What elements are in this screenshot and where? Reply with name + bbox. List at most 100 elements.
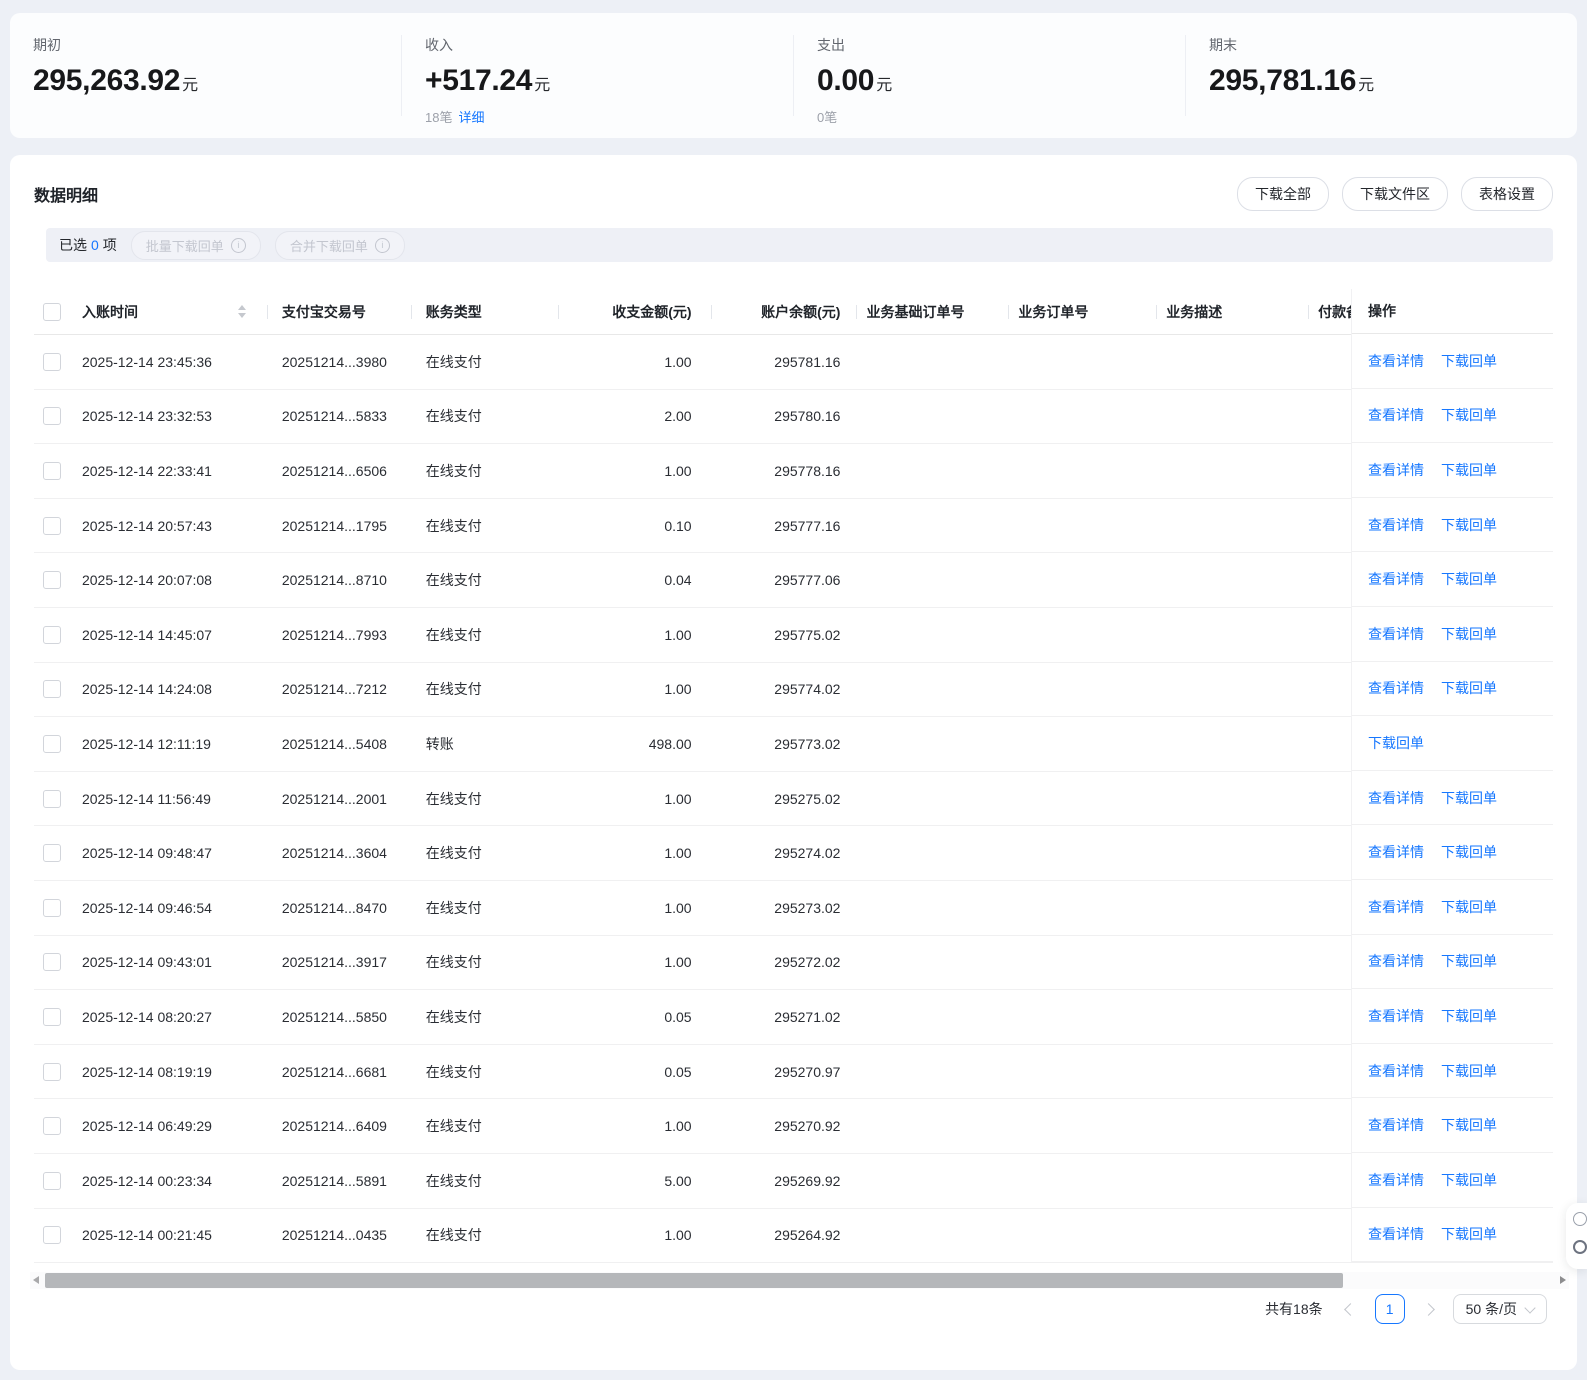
row-checkbox[interactable] [43, 789, 61, 808]
download-receipt-link[interactable]: 下载回单 [1368, 733, 1424, 753]
operation-row: 查看详情 下载回单 [1352, 552, 1553, 607]
row-checkbox[interactable] [43, 571, 61, 590]
col-type: 账务类型 [412, 289, 559, 334]
help-icon[interactable] [1573, 1212, 1587, 1226]
download-receipt-link[interactable]: 下载回单 [1441, 351, 1497, 371]
download-receipt-link[interactable]: 下载回单 [1441, 624, 1497, 644]
row-checkbox[interactable] [43, 1007, 61, 1026]
row-checkbox[interactable] [43, 680, 61, 699]
cell-description [1157, 663, 1309, 717]
cell-txn-id: 20251214...5891 [281, 1172, 387, 1189]
view-detail-link[interactable]: 查看详情 [1368, 1061, 1424, 1081]
scroll-right-arrow[interactable] [1560, 1276, 1566, 1284]
cell-type: 在线支付 [425, 899, 482, 916]
download-receipt-link[interactable]: 下载回单 [1441, 1061, 1497, 1081]
view-detail-link[interactable]: 查看详情 [1368, 1006, 1424, 1026]
row-checkbox[interactable] [43, 1226, 61, 1245]
cell-time: 2025-12-14 08:19:19 [81, 1063, 212, 1080]
op-body: 查看详情 下载回单 查看详情 下载回单 查看详情 下载回单 查看详情 下载回单 查看详情 下载回单… [1352, 334, 1553, 1263]
scroll-left-arrow[interactable] [33, 1276, 39, 1284]
cell-txn-id: 20251214...7993 [281, 626, 387, 643]
download-filezone-button[interactable]: 下载文件区 [1342, 177, 1448, 211]
view-detail-link[interactable]: 查看详情 [1368, 1115, 1424, 1135]
cell-type: 在线支付 [425, 681, 482, 698]
download-receipt-link[interactable]: 下载回单 [1441, 1224, 1497, 1244]
view-detail-link[interactable]: 查看详情 [1368, 951, 1424, 971]
cell-base-order [857, 826, 1009, 880]
view-detail-link[interactable]: 查看详情 [1368, 842, 1424, 862]
download-receipt-link[interactable]: 下载回单 [1441, 1115, 1497, 1135]
view-detail-link[interactable]: 查看详情 [1368, 405, 1424, 425]
page-number[interactable]: 1 [1374, 1294, 1405, 1324]
merge-download-receipt-button[interactable]: 合并下载回单 i [274, 230, 405, 260]
download-receipt-link[interactable]: 下载回单 [1441, 515, 1497, 535]
prev-page-button[interactable] [1342, 1302, 1360, 1316]
row-checkbox[interactable] [43, 516, 61, 535]
page-size-select[interactable]: 50 条/页 [1452, 1294, 1547, 1324]
table-row: 2025-12-14 11:56:49 20251214...2001 在线支付… [34, 772, 1553, 827]
summary-expense: 支出 0.00 元 0笔 [793, 35, 1185, 125]
table-settings-button[interactable]: 表格设置 [1461, 177, 1553, 211]
customer-service-icon[interactable] [1573, 1240, 1587, 1254]
download-receipt-link[interactable]: 下载回单 [1441, 1006, 1497, 1026]
cell-description [1157, 335, 1309, 389]
cell-txn-id: 20251214...3917 [281, 954, 387, 971]
cell-amount: 0.10 [664, 517, 692, 534]
cell-balance: 295775.02 [774, 626, 841, 643]
download-receipt-link[interactable]: 下载回单 [1441, 405, 1497, 425]
view-detail-link[interactable]: 查看详情 [1368, 624, 1424, 644]
cell-type: 转账 [425, 735, 454, 752]
horizontal-scrollbar[interactable] [30, 1272, 1569, 1289]
row-checkbox[interactable] [43, 352, 61, 371]
row-checkbox[interactable] [43, 734, 61, 753]
view-detail-link[interactable]: 查看详情 [1368, 897, 1424, 917]
row-checkbox[interactable] [43, 461, 61, 480]
download-receipt-link[interactable]: 下载回单 [1441, 569, 1497, 589]
cell-order [1009, 1209, 1157, 1263]
view-detail-link[interactable]: 查看详情 [1368, 1224, 1424, 1244]
row-checkbox[interactable] [43, 1117, 61, 1136]
download-receipt-link[interactable]: 下载回单 [1441, 788, 1497, 808]
view-detail-link[interactable]: 查看详情 [1368, 678, 1424, 698]
view-detail-link[interactable]: 查看详情 [1368, 351, 1424, 371]
download-receipt-link[interactable]: 下载回单 [1441, 951, 1497, 971]
next-page-button[interactable] [1420, 1302, 1438, 1316]
download-all-button[interactable]: 下载全部 [1237, 177, 1329, 211]
col-time[interactable]: 入账时间 [70, 289, 268, 334]
view-detail-link[interactable]: 查看详情 [1368, 569, 1424, 589]
col-txn-id: 支付宝交易号 [268, 289, 412, 334]
view-detail-link[interactable]: 查看详情 [1368, 515, 1424, 535]
select-all-checkbox[interactable] [43, 302, 61, 321]
cell-order [1009, 1099, 1157, 1153]
download-receipt-link[interactable]: 下载回单 [1441, 678, 1497, 698]
cell-txn-id: 20251214...6681 [281, 1063, 387, 1080]
floating-toolbar[interactable] [1566, 1203, 1587, 1269]
sort-icon[interactable] [237, 305, 246, 318]
row-checkbox[interactable] [43, 1171, 61, 1190]
table-body: 2025-12-14 23:45:36 20251214...3980 在线支付… [34, 335, 1553, 1264]
cell-base-order [857, 881, 1009, 935]
row-checkbox[interactable] [43, 953, 61, 972]
download-receipt-link[interactable]: 下载回单 [1441, 1170, 1497, 1190]
download-receipt-link[interactable]: 下载回单 [1441, 460, 1497, 480]
row-checkbox[interactable] [43, 625, 61, 644]
download-receipt-link[interactable]: 下载回单 [1441, 897, 1497, 917]
cell-order [1009, 936, 1157, 990]
col-balance: 账户余额(元) [712, 289, 858, 334]
row-checkbox[interactable] [43, 898, 61, 917]
transactions-table: 入账时间 支付宝交易号 账务类型 收支金额(元) 账户余额(元) 业务基础订单号… [34, 289, 1553, 1264]
pagination: 共有18条 1 50 条/页 [1265, 1293, 1547, 1325]
view-detail-link[interactable]: 查看详情 [1368, 1170, 1424, 1190]
income-detail-link[interactable]: 详细 [458, 110, 484, 125]
cell-base-order [857, 663, 1009, 717]
scrollbar-thumb[interactable] [45, 1273, 1343, 1288]
view-detail-link[interactable]: 查看详情 [1368, 788, 1424, 808]
row-checkbox[interactable] [43, 1062, 61, 1081]
row-checkbox[interactable] [43, 407, 61, 426]
download-receipt-link[interactable]: 下载回单 [1441, 842, 1497, 862]
cell-time: 2025-12-14 14:45:07 [81, 626, 212, 643]
view-detail-link[interactable]: 查看详情 [1368, 460, 1424, 480]
row-checkbox[interactable] [43, 844, 61, 863]
cell-base-order [857, 1045, 1009, 1099]
batch-download-receipt-button[interactable]: 批量下载回单 i [130, 230, 261, 260]
